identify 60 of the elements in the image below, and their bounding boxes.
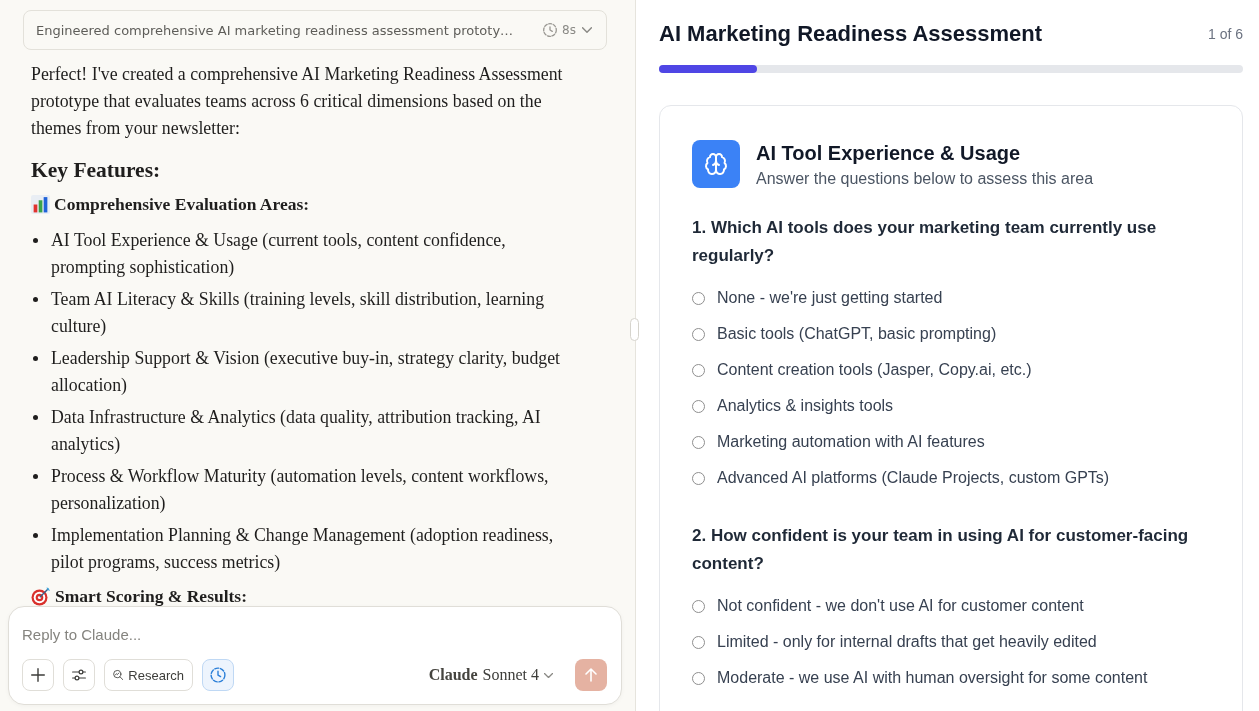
section-title: AI Tool Experience & Usage (756, 141, 1022, 166)
list-item-text: Team AI Literacy & Skills (training levels, skill distribution, learning culture) (51, 288, 546, 338)
radio-button[interactable] (692, 599, 705, 613)
extended-thinking-toggle[interactable] (202, 659, 234, 691)
radio-button[interactable] (692, 435, 705, 449)
message-paragraph: Perfect! I've created a comprehensive AI Marketing Readiness Assessment prototype that evaluates teams across 6 critical dimensions based on the themes from your newsletter: (31, 63, 564, 140)
section-subtitle: Answer the questions below to assess this area (756, 169, 1094, 189)
bullet-icon (33, 474, 38, 479)
bullet-icon (33, 533, 38, 538)
radio-button[interactable] (692, 327, 705, 341)
option-label[interactable]: Moderate - we use AI with human oversight for some content (717, 669, 1148, 687)
message-heading: Key Features: (31, 157, 162, 184)
reply-input[interactable]: Reply to Claude... (22, 622, 607, 646)
list-item-text: Process & Workflow Maturity (automation levels, content workflows, personalization) (51, 465, 550, 515)
chevron-down-icon (544, 672, 553, 678)
subsection-title: Comprehensive Evaluation Areas: (54, 194, 310, 214)
brain-icon (692, 140, 740, 188)
option-label[interactable]: Basic tools (ChatGPT, basic prompting) (717, 325, 997, 343)
bar-chart-icon (31, 194, 50, 214)
bullet-icon (33, 415, 38, 420)
step-counter: 1 of 6 (1207, 26, 1243, 42)
option-label[interactable]: Content creation tools (Jasper, Copy.ai, etc.) (717, 361, 1032, 379)
chevron-down-icon (582, 27, 592, 33)
radio-button[interactable] (692, 671, 705, 685)
resize-handle[interactable] (630, 318, 639, 341)
list-item-text: Implementation Planning & Change Management (adoption readiness, pilot programs, success metrics) (51, 524, 555, 574)
option-label[interactable]: Analytics & insights tools (717, 397, 894, 415)
list-item-text: Leadership Support & Vision (executive buy-in, strategy clarity, budget allocation) (51, 347, 562, 397)
list-item-text: Data Infrastructure & Analytics (data quality, attribution tracking, AI analytics) (51, 406, 542, 456)
list-item-text: AI Tool Experience & Usage (current tools, content confidence, prompting sophistication) (51, 229, 507, 279)
timer-icon (543, 23, 558, 37)
assessment-title: AI Marketing Readiness Assessment (659, 21, 1043, 47)
radio-button[interactable] (692, 635, 705, 649)
option-label[interactable]: Advanced AI platforms (Claude Projects, custom GPTs) (717, 469, 1110, 487)
radio-button[interactable] (692, 291, 705, 305)
plus-icon (31, 668, 45, 682)
thinking-summary: Engineered comprehensive AI marketing readiness assessment prototy… (36, 22, 515, 38)
options-button[interactable] (63, 659, 95, 691)
add-button[interactable] (22, 659, 54, 691)
question-text: 2. How confident is your team in using AI for customer-facing content? (692, 525, 1190, 575)
model-selector[interactable]: Claude Sonnet 4 (424, 666, 557, 684)
option-label[interactable]: Marketing automation with AI features (717, 433, 985, 451)
subsection-title: Smart Scoring & Results: (55, 586, 247, 606)
bullet-icon (33, 297, 38, 302)
search-icon (113, 667, 124, 683)
option-label[interactable]: None - we're just getting started (717, 289, 943, 307)
radio-button[interactable] (692, 363, 705, 377)
thinking-toggle[interactable]: Engineered comprehensive AI marketing readiness assessment prototy… 8s (23, 10, 607, 50)
question-text: 1. Which AI tools does your marketing team currently use regularly? (692, 217, 1158, 267)
radio-button[interactable] (692, 471, 705, 485)
option-label[interactable]: Limited - only for internal drafts that get heavily edited (717, 633, 1097, 651)
thinking-duration: 8s (562, 23, 576, 37)
arrow-up-icon (585, 668, 597, 682)
clock-icon (210, 667, 226, 683)
bullet-icon (33, 356, 38, 361)
bullet-icon (33, 238, 38, 243)
option-label[interactable]: Not confident - we don't use AI for customer content (717, 597, 1084, 615)
radio-button[interactable] (692, 399, 705, 413)
research-button[interactable]: Research (104, 659, 193, 691)
sliders-icon (72, 669, 86, 681)
